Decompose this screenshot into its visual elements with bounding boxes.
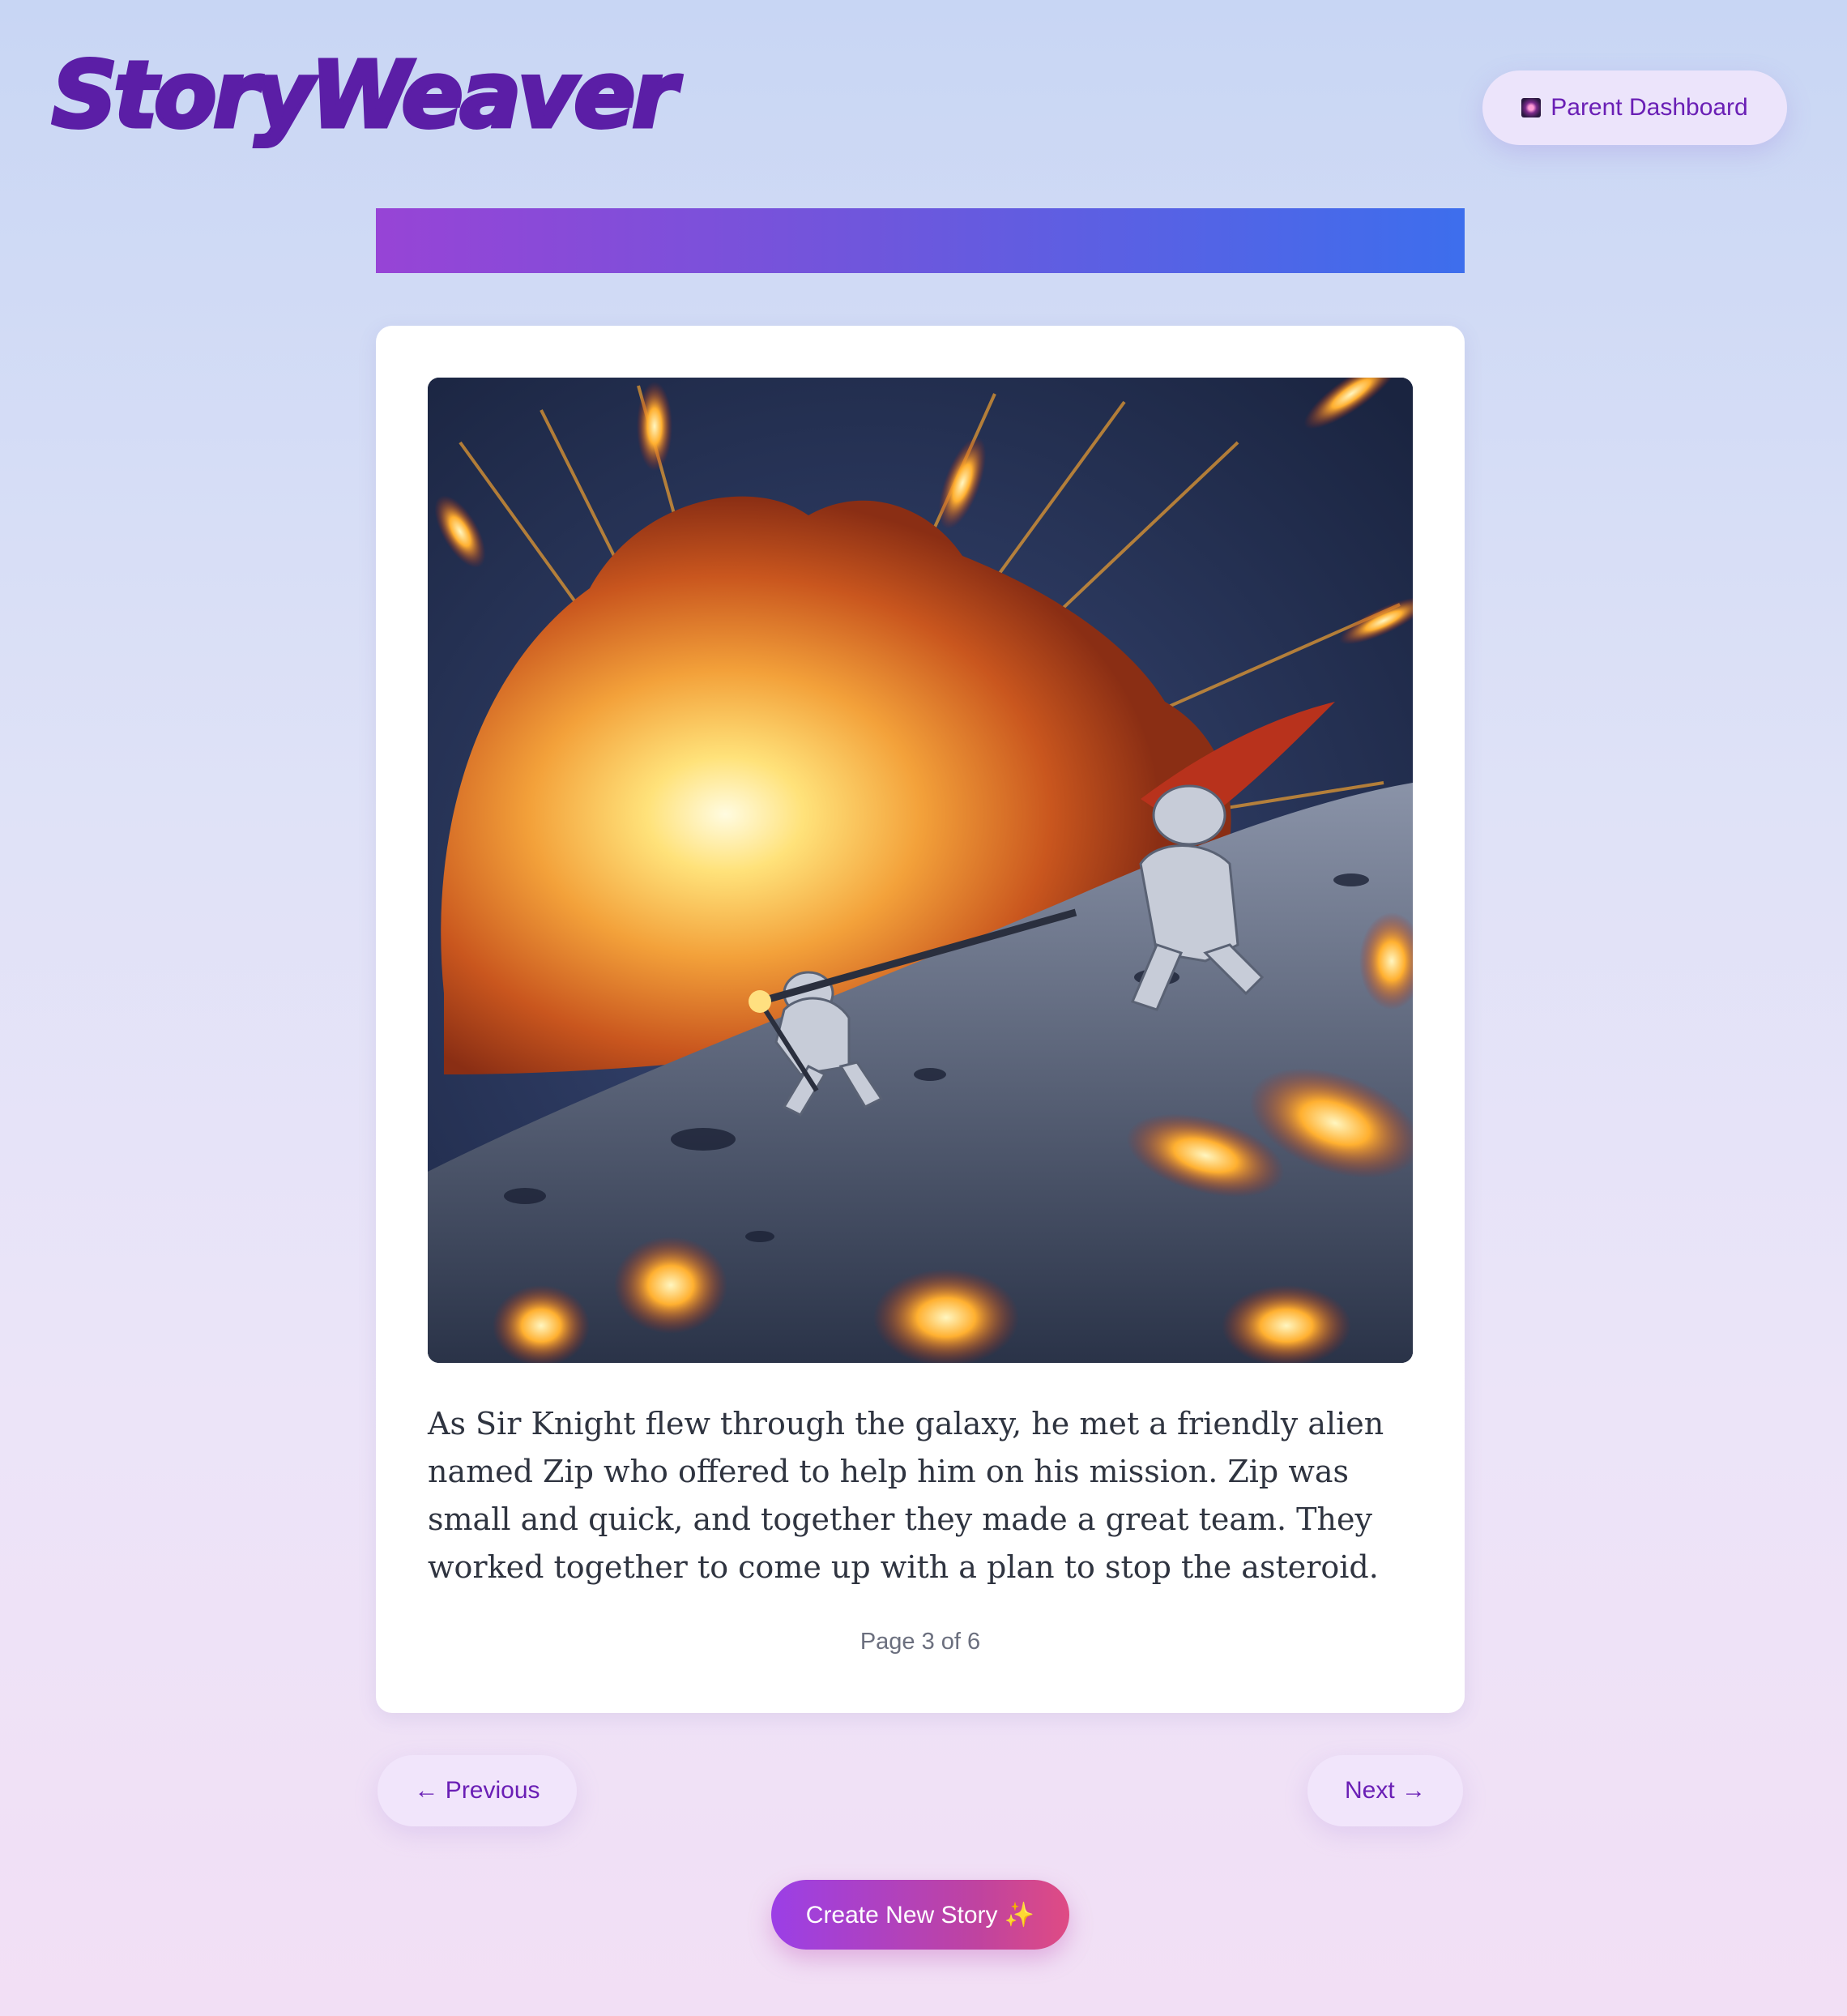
page-indicator: Page 3 of 6 (860, 1629, 981, 1655)
parent-dashboard-button[interactable]: Parent Dashboard (1482, 70, 1787, 145)
story-progress-bar (376, 208, 1465, 273)
app-logo: StoryWeaver (50, 43, 680, 148)
previous-button[interactable]: ← Previous (378, 1755, 577, 1826)
space-battle-illustration (428, 378, 1413, 1363)
create-new-story-button[interactable]: Create New Story ✨ (771, 1880, 1069, 1950)
next-button[interactable]: Next → (1307, 1755, 1463, 1826)
story-text: As Sir Knight flew through the galaxy, h… (428, 1406, 1384, 1585)
sparkle-image-icon (1521, 98, 1542, 117)
story-page-card: As Sir Knight flew through the galaxy, h… (376, 326, 1465, 1713)
parent-dashboard-label: Parent Dashboard (1551, 94, 1748, 121)
story-progress-fill (376, 208, 1465, 273)
